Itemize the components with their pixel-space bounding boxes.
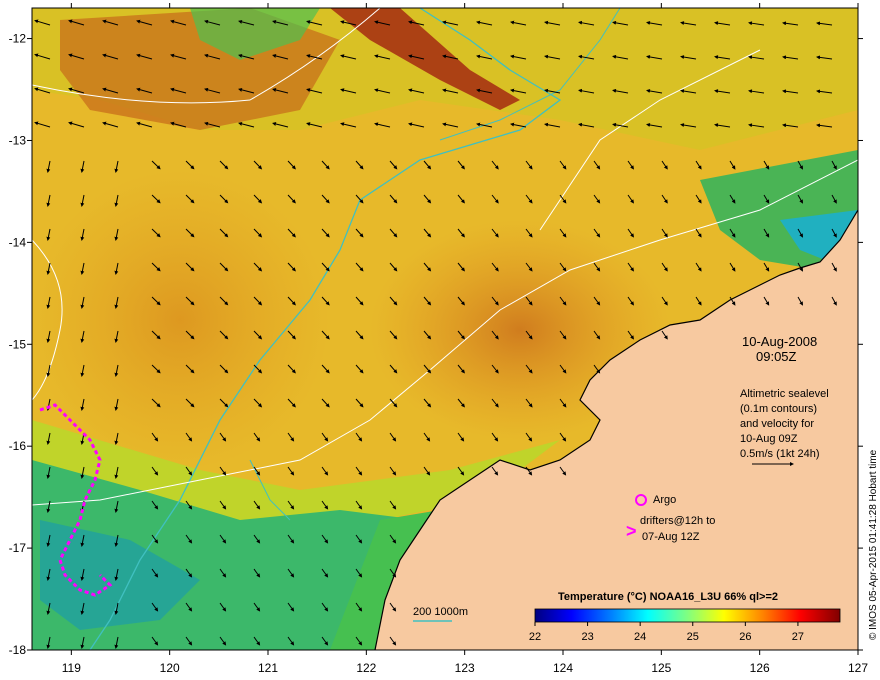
altimetry-note-line: (0.1m contours) xyxy=(740,403,817,415)
y-tick-label: -16 xyxy=(9,439,27,453)
sst-map: 119 120 121 122 123 124 125 126 127 -12 -13 -14 -15… xyxy=(9,3,879,675)
altimetry-note-line: and velocity for xyxy=(740,418,814,430)
x-tick-label: 122 xyxy=(356,661,376,675)
x-tick-label: 126 xyxy=(750,661,770,675)
altimetry-note-line: 0.5m/s (1kt 24h) xyxy=(740,448,819,460)
colorbar-tick-label: 24 xyxy=(634,631,646,643)
colorbar-tick-label: 25 xyxy=(687,631,699,643)
y-tick-label: -13 xyxy=(9,133,27,147)
argo-label: Argo xyxy=(653,494,676,506)
x-tick-label: 127 xyxy=(848,661,868,675)
colorbar-tick-label: 27 xyxy=(792,631,804,643)
colorbar-tick-label: 23 xyxy=(581,631,593,643)
x-tick-label: 120 xyxy=(160,661,180,675)
x-tick-label: 119 xyxy=(62,661,81,675)
altimetry-note-line: 10-Aug 09Z xyxy=(740,433,798,445)
x-tick-label: 123 xyxy=(455,661,475,675)
colorbar-tick-label: 26 xyxy=(739,631,751,643)
colorbar-tick-label: 22 xyxy=(529,631,541,643)
y-tick-label: -12 xyxy=(9,32,27,46)
drifter-marker-icon: > xyxy=(626,521,637,541)
date-label: 10-Aug-2008 xyxy=(742,334,817,349)
x-tick-label: 121 xyxy=(258,661,278,675)
drifters-line-2: 07-Aug 12Z xyxy=(642,531,700,543)
altimetry-note-line: Altimetric sealevel xyxy=(740,388,829,400)
time-label: 09:05Z xyxy=(756,349,797,364)
y-tick-label: -15 xyxy=(9,337,27,351)
credit-vertical: © IMOS 05-Apr-2015 01:41:28 Hobart time xyxy=(868,449,879,640)
y-tick-label: -18 xyxy=(9,643,27,657)
x-tick-label: 125 xyxy=(651,661,671,675)
y-tick-label: -17 xyxy=(9,541,27,555)
colorbar xyxy=(534,608,841,623)
drifters-line-1: drifters@12h to xyxy=(640,515,715,527)
y-tick-label: -14 xyxy=(9,235,27,249)
colorbar-title: Temperature (°C) NOAA16_L3U 66% ql>=2 xyxy=(558,591,778,603)
isobath-legend-label: 200 1000m xyxy=(413,606,468,618)
x-tick-label: 124 xyxy=(553,661,573,675)
